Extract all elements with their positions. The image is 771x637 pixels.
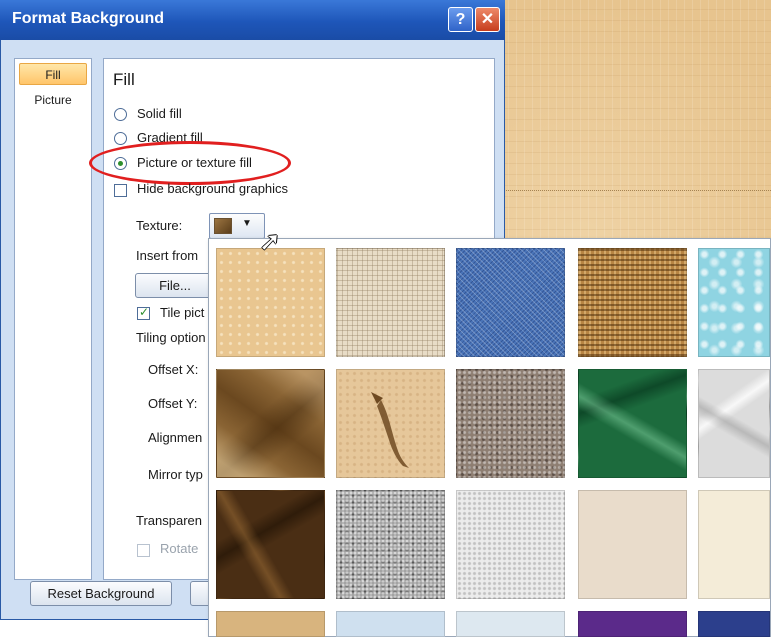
texture-label: Texture: bbox=[136, 218, 183, 233]
guide-line bbox=[500, 190, 771, 191]
close-button[interactable]: ✕ bbox=[475, 7, 500, 32]
offset-y-label: Offset Y: bbox=[148, 396, 198, 411]
dialog-title: Format Background bbox=[12, 10, 165, 27]
texture-tile-sand[interactable] bbox=[216, 248, 325, 357]
solid-fill-label: Solid fill bbox=[137, 106, 182, 121]
texture-tile-brown-marble[interactable] bbox=[216, 490, 325, 599]
texture-tile-denim[interactable] bbox=[456, 248, 565, 357]
insert-from-label: Insert from bbox=[136, 248, 199, 263]
rotate-label: Rotate bbox=[160, 541, 199, 556]
texture-tile-white-marble[interactable] bbox=[698, 369, 770, 478]
texture-tile-woven-mat[interactable] bbox=[578, 248, 687, 357]
chevron-down-icon: ▼ bbox=[242, 218, 252, 229]
mouse-cursor-icon: ➚ bbox=[259, 226, 281, 256]
section-heading: Fill bbox=[113, 70, 135, 89]
tile-picture-checkbox[interactable] bbox=[137, 305, 150, 320]
solid-fill-radio[interactable] bbox=[114, 108, 127, 121]
texture-tile-gray-granite[interactable] bbox=[336, 490, 445, 599]
hide-graphics-checkbox[interactable] bbox=[114, 184, 127, 197]
texture-tile-row4-2[interactable] bbox=[336, 611, 445, 637]
rotate-checkbox[interactable] bbox=[137, 544, 150, 557]
texture-tile-row4-4[interactable] bbox=[578, 611, 687, 637]
gradient-fill-radio[interactable] bbox=[114, 132, 127, 145]
texture-tile-paper-bag[interactable] bbox=[216, 369, 325, 478]
transparency-label: Transparen bbox=[136, 513, 202, 528]
texture-tile-row4-3[interactable] bbox=[456, 611, 565, 637]
texture-tile-row4-1[interactable] bbox=[216, 611, 325, 637]
texture-tile-granite[interactable] bbox=[456, 369, 565, 478]
offset-x-label: Offset X: bbox=[148, 362, 199, 377]
texture-tile-water-droplets[interactable] bbox=[698, 248, 770, 357]
tile-picture-label: Tile pict bbox=[160, 305, 205, 320]
mirror-type-label: Mirror typ bbox=[148, 467, 203, 482]
nav-item-fill[interactable]: Fill bbox=[19, 63, 87, 85]
texture-tile-parchment[interactable] bbox=[578, 490, 687, 599]
fish-fossil-icon bbox=[371, 392, 409, 468]
texture-tile-fish-fossil[interactable] bbox=[336, 369, 445, 478]
nav-item-picture[interactable]: Picture bbox=[19, 89, 87, 111]
texture-swatch-icon bbox=[214, 218, 232, 234]
category-nav: Fill Picture bbox=[14, 58, 92, 580]
texture-gallery bbox=[208, 238, 771, 637]
alignment-label: Alignmen bbox=[148, 430, 203, 445]
highlight-ellipse bbox=[89, 141, 291, 185]
help-button[interactable]: ? bbox=[448, 7, 473, 32]
reset-background-button[interactable]: Reset Background bbox=[30, 581, 172, 606]
hide-graphics-label: Hide background graphics bbox=[137, 181, 289, 196]
file-button[interactable]: File... bbox=[135, 273, 215, 298]
texture-tile-white-granite[interactable] bbox=[456, 490, 565, 599]
texture-tile-row4-5[interactable] bbox=[698, 611, 770, 637]
texture-tile-green-marble[interactable] bbox=[578, 369, 687, 478]
texture-tile-burlap[interactable] bbox=[336, 248, 445, 357]
texture-tile-cream[interactable] bbox=[698, 490, 770, 599]
tiling-options-label: Tiling option bbox=[136, 330, 206, 345]
